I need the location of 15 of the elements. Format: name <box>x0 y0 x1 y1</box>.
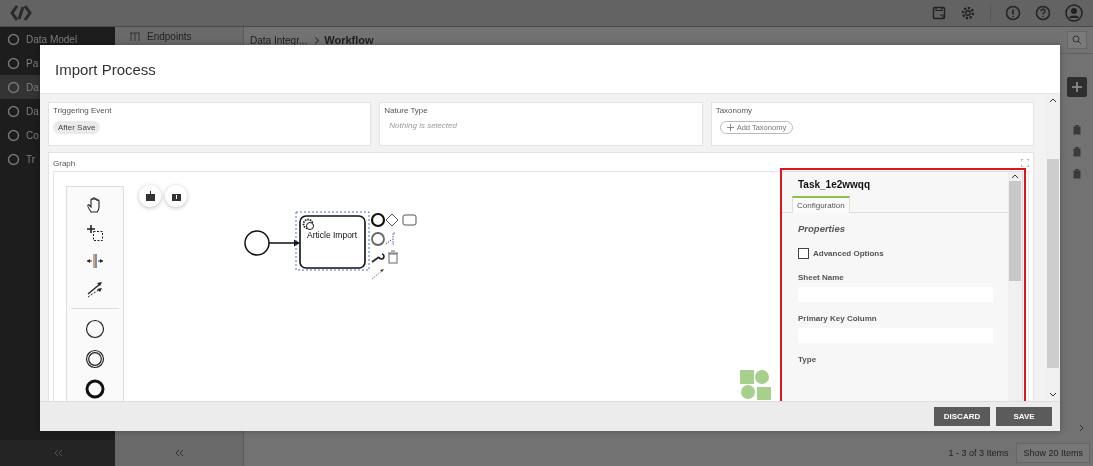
field-label: Nature Type <box>384 106 428 115</box>
pager-summary: 1 - 3 of 3 Items <box>948 448 1009 458</box>
field-label: Sheet Name <box>797 273 844 282</box>
field-label: Taxonomy <box>715 106 753 115</box>
breadcrumb-current: Workflow <box>324 34 374 46</box>
graph-label: Graph <box>53 158 76 168</box>
dialog-title: Import Process <box>55 60 156 78</box>
field-label: Type <box>797 355 817 364</box>
task-label: Article Import <box>307 230 358 240</box>
field-label: Primary Key Column <box>797 314 877 323</box>
checkbox-label: Advanced Options <box>813 249 884 258</box>
element-id: Task_1e2wwqq <box>797 179 871 190</box>
field-label: Triggering Event <box>53 106 112 115</box>
panel-title: Endpoints <box>147 31 192 42</box>
section-heading: Properties <box>797 223 845 234</box>
